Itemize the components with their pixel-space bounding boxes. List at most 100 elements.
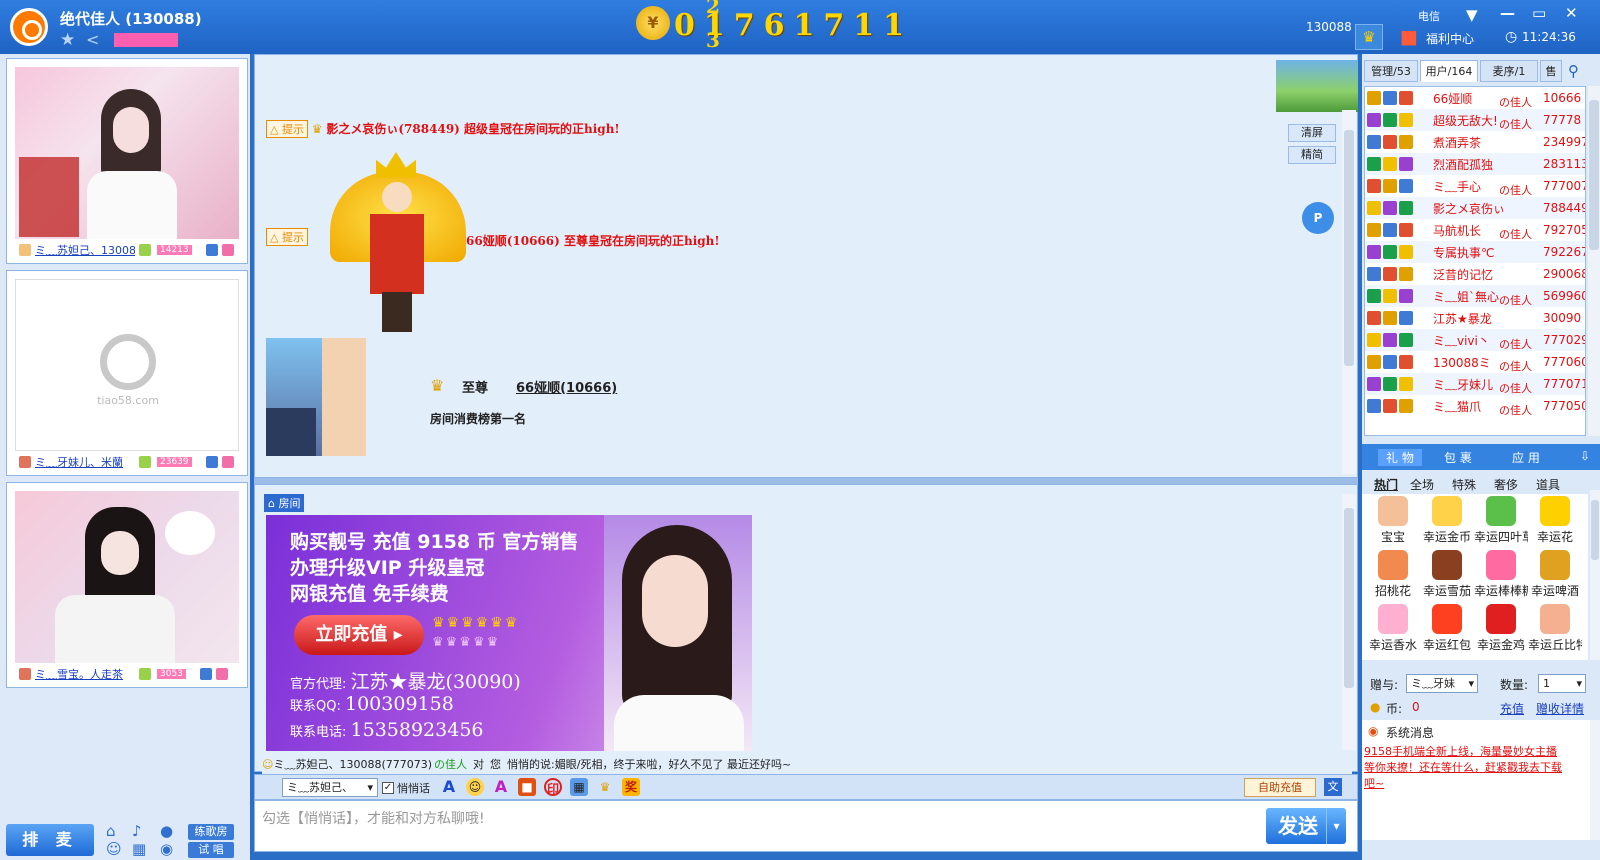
trial-sing-button[interactable]: 试 唱 bbox=[188, 842, 234, 858]
gift-item[interactable]: 幸运香水 bbox=[1366, 604, 1420, 653]
menu-icon[interactable] bbox=[221, 456, 234, 468]
recharge-link[interactable]: 充值 bbox=[1500, 700, 1524, 717]
user-row[interactable]: 泛昔的记忆 290068 bbox=[1365, 263, 1585, 285]
chat-scrollbar[interactable] bbox=[1342, 110, 1356, 474]
user-row[interactable]: 超级无敌大! の佳人 77778 bbox=[1365, 109, 1585, 131]
auto-recharge-button[interactable]: 自助充值 bbox=[1244, 778, 1316, 797]
subtab-special[interactable]: 特殊 bbox=[1452, 476, 1476, 493]
p-badge-icon[interactable]: P bbox=[1302, 202, 1334, 234]
gift-item[interactable]: 幸运金币 bbox=[1420, 496, 1474, 545]
dropdown-menu-icon[interactable]: ▼ bbox=[1466, 6, 1478, 24]
scenery-banner[interactable] bbox=[1276, 60, 1358, 112]
chat-target-select[interactable]: ミ﹏苏妲己、 ▾ bbox=[282, 778, 378, 797]
trophy-tool-icon[interactable]: ♛ bbox=[596, 778, 614, 796]
user-row[interactable]: 66娅顺 の佳人 10666 bbox=[1365, 87, 1585, 109]
user-row[interactable]: 影之メ哀伤ぃ 788449 bbox=[1365, 197, 1585, 219]
tab-admins[interactable]: 管理/53 bbox=[1364, 60, 1418, 82]
minimize-icon[interactable]: — bbox=[1500, 4, 1515, 22]
gift-item[interactable]: 幸运红包 bbox=[1420, 604, 1474, 653]
welfare-center-link[interactable]: 福利中心 bbox=[1426, 30, 1474, 47]
clear-screen-button[interactable]: 清屏 bbox=[1288, 124, 1336, 142]
font-icon[interactable]: A bbox=[440, 778, 458, 796]
send-options-chevron-icon[interactable]: ▾ bbox=[1326, 808, 1346, 844]
send-button[interactable]: 发送 ▾ bbox=[1266, 808, 1346, 844]
gift-item[interactable]: 幸运丘比特 bbox=[1528, 604, 1582, 653]
tab-sale[interactable]: 售 bbox=[1540, 60, 1562, 82]
simplify-button[interactable]: 精简 bbox=[1288, 146, 1336, 164]
gift-item[interactable]: 幸运啤酒 bbox=[1528, 550, 1582, 599]
gift-item[interactable]: 招桃花 bbox=[1366, 550, 1420, 599]
subtab-props[interactable]: 道具 bbox=[1536, 476, 1560, 493]
user-row[interactable]: 130088ミ の佳人 777060 bbox=[1365, 351, 1585, 373]
user-row[interactable]: ミ﹏牙妹儿 の佳人 777071 bbox=[1365, 373, 1585, 395]
subtab-luxury[interactable]: 奢侈 bbox=[1494, 476, 1518, 493]
tab-apps[interactable]: 应 用 bbox=[1512, 449, 1540, 466]
user-row[interactable]: ミ﹏vivi丶 の佳人 777029 bbox=[1365, 329, 1585, 351]
emoji-icon[interactable]: ☺ bbox=[466, 778, 484, 796]
anchor-name-link[interactable]: ミ﹏牙妹儿、米蘭 bbox=[35, 454, 135, 470]
give-to-select[interactable]: ミ﹏牙妹 ▾ bbox=[1406, 674, 1478, 693]
message-input-placeholder[interactable]: 勾选【悄悄话】，才能和对方私聊哦! bbox=[262, 808, 962, 828]
system-message-text[interactable]: 9158手机端全新上线，海量曼妙女主播等你来撩！还在等什么，赶紧戳我去下载吧~ bbox=[1364, 744, 1564, 792]
translate-icon[interactable]: 文 bbox=[1324, 778, 1342, 796]
download-icon[interactable]: ⇩ bbox=[1580, 449, 1590, 463]
recharge-ad-banner[interactable]: 购买靓号 充值 9158 币 官方销售 办理升级VIP 升级皇冠 网银充值 免手… bbox=[266, 515, 752, 751]
menu-icon[interactable] bbox=[221, 244, 234, 256]
share-icon[interactable]: < bbox=[86, 30, 99, 49]
user-row[interactable]: 烈酒配孤独 283113 bbox=[1365, 153, 1585, 175]
reward-icon[interactable]: 奖 bbox=[622, 778, 640, 796]
camera-icon[interactable]: ◉ bbox=[160, 840, 173, 858]
queue-mic-button[interactable]: 排 麦 bbox=[6, 824, 94, 856]
menu-icon[interactable] bbox=[215, 668, 228, 680]
top-user-link[interactable]: 66娅顺(10666) bbox=[516, 377, 617, 396]
subtab-hot[interactable]: 热门 bbox=[1374, 476, 1398, 493]
tab-mic-queue[interactable]: 麦序/1 bbox=[1480, 60, 1538, 82]
gift-scrollbar[interactable] bbox=[1590, 490, 1600, 660]
gift-item[interactable]: 幸运金鸡 bbox=[1474, 604, 1528, 653]
color-text-icon[interactable]: A bbox=[492, 778, 510, 796]
tab-package[interactable]: 包 裹 bbox=[1444, 449, 1472, 466]
trophy-icon[interactable]: ♛ bbox=[1355, 24, 1383, 50]
favorite-star-icon[interactable]: ★ bbox=[60, 30, 75, 50]
gift-item[interactable]: 幸运雪茄 bbox=[1420, 550, 1474, 599]
qr-code-icon[interactable] bbox=[199, 668, 212, 680]
gift-item[interactable]: 幸运棒棒糖 bbox=[1474, 550, 1528, 599]
grid-tool-icon[interactable]: ▦ bbox=[570, 778, 588, 796]
user-row[interactable]: 马航机长 の佳人 792705 bbox=[1365, 219, 1585, 241]
user-row[interactable]: ミ﹏手心 の佳人 777007 bbox=[1365, 175, 1585, 197]
subtab-all[interactable]: 全场 bbox=[1410, 476, 1434, 493]
close-icon[interactable]: ✕ bbox=[1565, 4, 1578, 22]
video-stream-3[interactable] bbox=[15, 491, 239, 663]
user-row[interactable]: ミ﹏猫爪 の佳人 777050 bbox=[1365, 395, 1585, 417]
users-icon[interactable]: ☺ bbox=[106, 840, 122, 858]
qr-code-icon[interactable] bbox=[205, 456, 218, 468]
search-icon[interactable]: ⚲ bbox=[1568, 62, 1579, 80]
grid-icon[interactable]: ▦ bbox=[132, 840, 146, 858]
qr-code-icon[interactable] bbox=[205, 244, 218, 256]
speaker-icon[interactable]: ♪ bbox=[132, 822, 142, 840]
gift-item[interactable]: 幸运四叶草 bbox=[1474, 496, 1528, 545]
big-emoji-icon[interactable]: ■ bbox=[518, 778, 536, 796]
quantity-select[interactable]: 1 ▾ bbox=[1538, 674, 1586, 693]
gift-item[interactable]: 幸运花 bbox=[1528, 496, 1582, 545]
user-row[interactable]: ミ﹏姐`無心 の佳人 569960 bbox=[1365, 285, 1585, 307]
tab-users[interactable]: 用户/164 bbox=[1420, 60, 1478, 82]
song-room-button[interactable]: 练歌房 bbox=[188, 824, 234, 840]
system-message-scrollbar[interactable] bbox=[1590, 720, 1600, 840]
maximize-icon[interactable]: ▭ bbox=[1532, 4, 1546, 22]
home-icon[interactable]: ⌂ bbox=[106, 822, 116, 840]
tab-gifts[interactable]: 礼 物 bbox=[1378, 449, 1422, 466]
gift-box-icon[interactable]: ■ bbox=[1400, 26, 1418, 48]
whisper-checkbox[interactable]: ✓ 悄悄话 bbox=[382, 780, 430, 796]
user-row[interactable]: 专属执事℃ 792267 bbox=[1365, 241, 1585, 263]
gift-details-link[interactable]: 赠收详情 bbox=[1536, 700, 1584, 717]
user-list-scrollbar[interactable] bbox=[1588, 86, 1600, 436]
gift-item[interactable]: 宝宝 bbox=[1366, 496, 1420, 545]
video-stream-1[interactable] bbox=[15, 67, 239, 239]
anchor-name-link[interactable]: ミ﹏苏妲己、130088 bbox=[35, 242, 135, 258]
microphone-icon[interactable]: ● bbox=[160, 822, 173, 840]
stamp-icon[interactable]: 印 bbox=[544, 778, 562, 796]
whisper-from[interactable]: ミ﹏苏妲己、130088(777073) bbox=[273, 756, 432, 772]
user-row[interactable]: 江苏★暴龙 30090 bbox=[1365, 307, 1585, 329]
top-rank-avatar[interactable] bbox=[266, 338, 366, 456]
